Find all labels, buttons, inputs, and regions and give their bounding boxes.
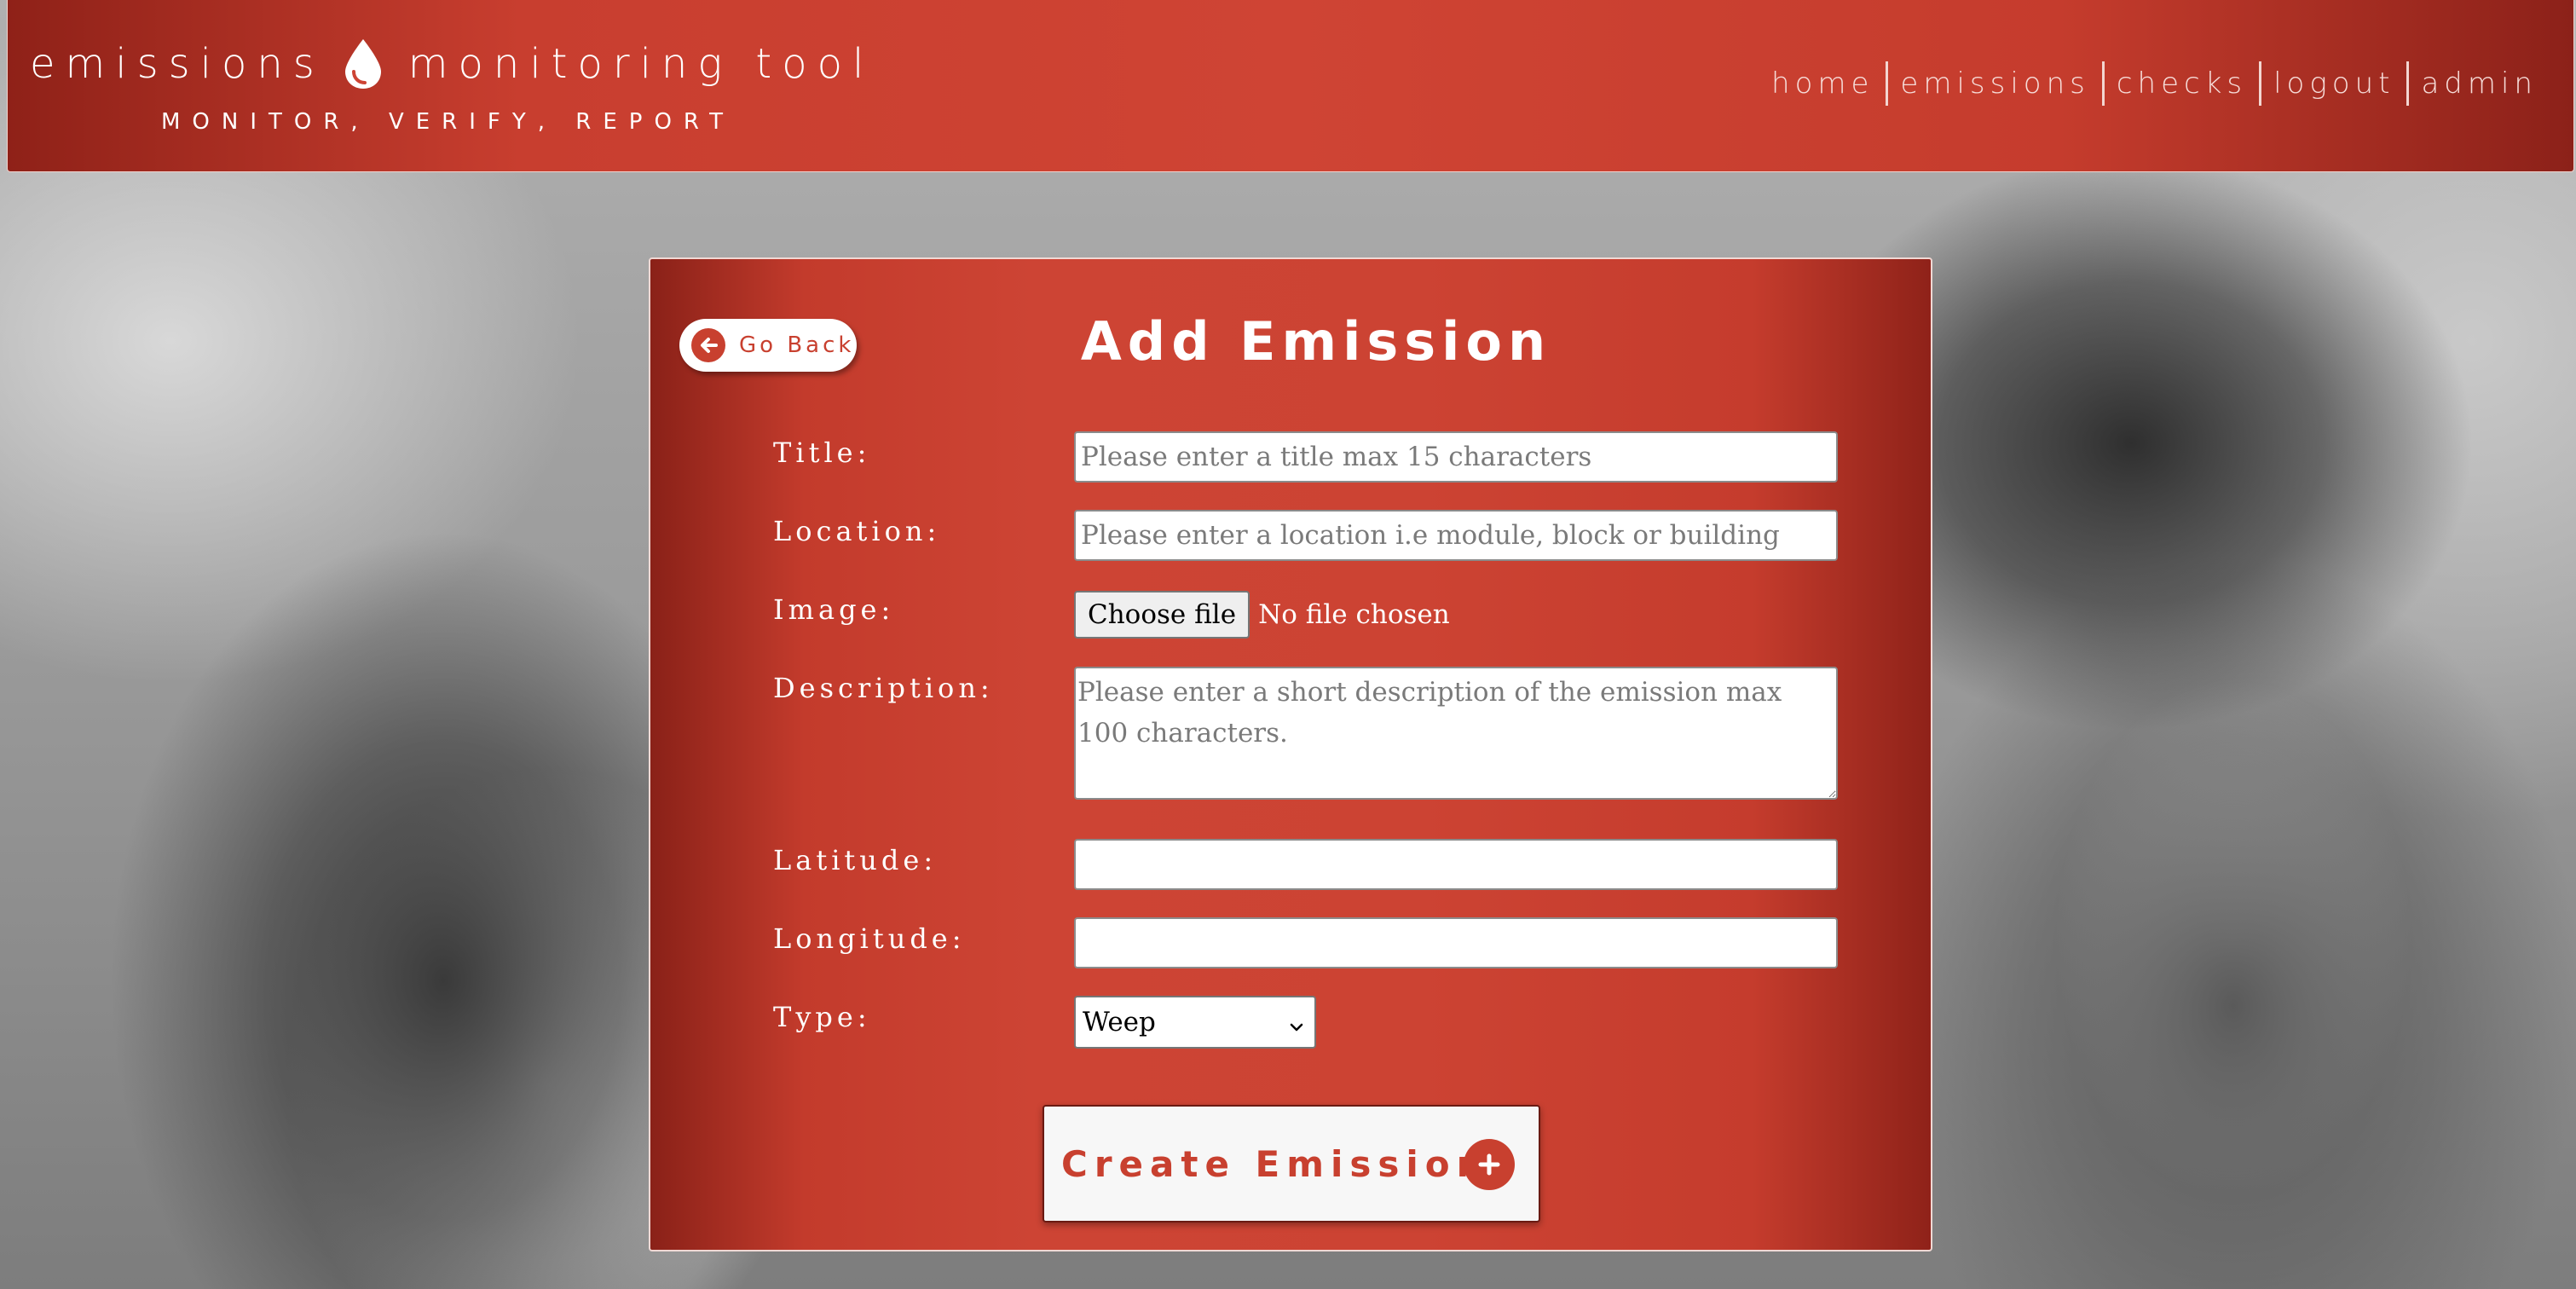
nav-emissions[interactable]: emissions [1888,66,2101,101]
create-emission-label: Create Emission [1061,1142,1489,1185]
description-textarea[interactable] [1074,667,1838,800]
location-label: Location: [773,515,941,547]
nav-home[interactable]: home [1759,66,1886,101]
image-file-input: Choose file No file chosen [1074,591,1450,639]
water-drop-icon [342,38,384,90]
type-label: Type: [773,1001,871,1033]
image-label: Image: [773,593,895,626]
brand-text-right: monitoring tool [407,40,875,88]
title-label: Title: [773,436,871,469]
type-select[interactable]: Weep [1074,996,1316,1049]
longitude-label: Longitude: [773,922,966,955]
longitude-input[interactable] [1074,917,1838,968]
file-status: No file chosen [1258,599,1450,630]
latitude-input[interactable] [1074,839,1838,890]
site-header: emissions monitoring tool MONITOR, VERIF… [7,0,2574,172]
add-emission-form: Go Back Add Emission Title: Location: Im… [649,257,1932,1251]
nav-logout[interactable]: logout [2261,66,2406,101]
create-emission-button[interactable]: Create Emission [1043,1105,1540,1223]
nav-admin[interactable]: admin [2409,66,2550,101]
brand-text-left: emissions [30,40,325,88]
latitude-label: Latitude: [773,844,938,876]
page-title: Add Emission [1080,310,1552,373]
choose-file-button[interactable]: Choose file [1074,591,1250,639]
chevron-down-icon [1287,1013,1306,1032]
location-input[interactable] [1074,510,1838,561]
type-selected-value: Weep [1083,1007,1156,1038]
nav-checks[interactable]: checks [2105,66,2259,101]
description-label: Description: [773,672,994,704]
main-nav: home emissions checks logout admin [1759,61,2550,106]
title-input[interactable] [1074,431,1838,483]
brand-logo[interactable]: emissions monitoring tool [30,38,874,90]
tagline: MONITOR, VERIFY, REPORT [161,109,735,135]
plus-circle-icon [1464,1139,1515,1190]
